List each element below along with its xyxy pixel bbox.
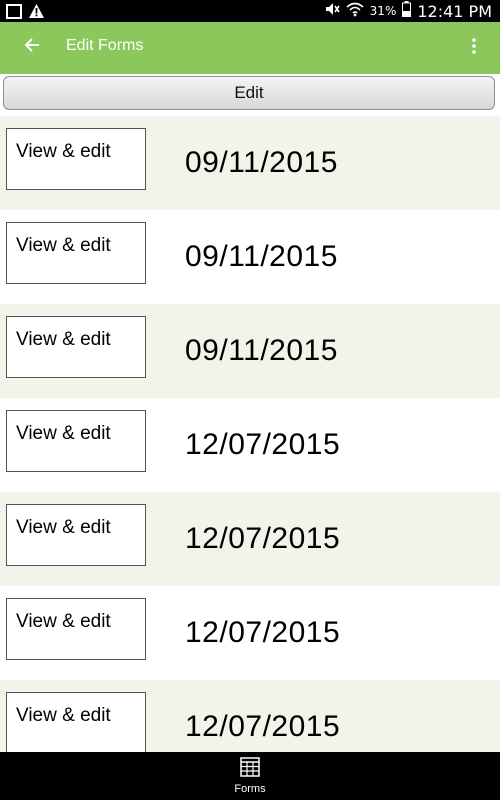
form-date: 09/11/2015	[185, 334, 338, 367]
form-date: 12/07/2015	[185, 710, 341, 743]
bottom-nav: Forms	[0, 752, 500, 800]
page-title: Edit Forms	[66, 37, 144, 54]
clock: 12:41 PM	[417, 1, 492, 21]
grid-form-icon	[239, 757, 261, 781]
nav-item-forms[interactable]: Forms	[226, 757, 274, 797]
wifi-icon	[346, 1, 364, 21]
warning-icon	[28, 3, 45, 23]
form-date: 12/07/2015	[185, 616, 341, 649]
back-button[interactable]	[18, 33, 46, 61]
list-item: View & edit 09/11/2015	[0, 116, 500, 210]
list-item: View & edit 09/11/2015	[0, 304, 500, 398]
app-bar: Edit Forms	[0, 22, 500, 74]
status-left	[6, 3, 45, 23]
notification-icon	[6, 3, 22, 23]
nav-item-label: Forms	[234, 783, 266, 795]
overflow-menu-button[interactable]	[462, 34, 486, 62]
list-item: View & edit 09/11/2015	[0, 210, 500, 304]
view-edit-button[interactable]: View & edit	[6, 692, 146, 752]
battery-percent: 31%	[369, 4, 397, 18]
list-item: View & edit 12/07/2015	[0, 680, 500, 752]
view-edit-button[interactable]: View & edit	[6, 222, 146, 284]
battery-icon	[402, 1, 412, 21]
form-date: 12/07/2015	[185, 522, 341, 555]
list-item: View & edit 12/07/2015	[0, 398, 500, 492]
status-bar: 31% 12:41 PM	[0, 0, 500, 22]
view-edit-button[interactable]: View & edit	[6, 410, 146, 472]
forms-list: View & edit 09/11/2015 View & edit 09/11…	[0, 116, 500, 752]
form-date: 12/07/2015	[185, 428, 341, 461]
edit-button[interactable]: Edit	[3, 76, 495, 110]
list-item: View & edit 12/07/2015	[0, 492, 500, 586]
view-edit-button[interactable]: View & edit	[6, 598, 146, 660]
arrow-back-icon	[24, 37, 40, 57]
form-date: 09/11/2015	[185, 240, 338, 273]
view-edit-button[interactable]: View & edit	[6, 316, 146, 378]
more-vert-icon	[472, 38, 476, 58]
view-edit-button[interactable]: View & edit	[6, 128, 146, 190]
mute-icon	[324, 1, 340, 21]
form-date: 09/11/2015	[185, 146, 338, 179]
status-right: 31% 12:41 PM	[324, 1, 492, 21]
view-edit-button[interactable]: View & edit	[6, 504, 146, 566]
list-item: View & edit 12/07/2015	[0, 586, 500, 680]
